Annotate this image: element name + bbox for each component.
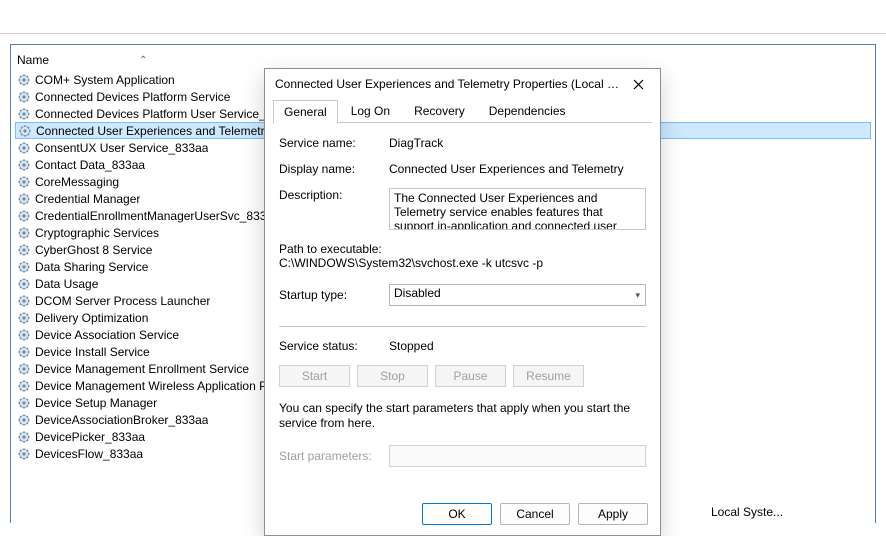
gear-icon xyxy=(17,396,31,410)
service-label: Credential Manager xyxy=(35,192,140,206)
dialog-title: Connected User Experiences and Telemetry… xyxy=(275,77,624,91)
service-label: Device Association Service xyxy=(35,328,179,342)
gear-icon xyxy=(17,345,31,359)
startup-type-select[interactable]: Disabled xyxy=(389,284,646,306)
service-label: CyberGhost 8 Service xyxy=(35,243,152,257)
value-service-status: Stopped xyxy=(389,339,646,353)
service-label: Cryptographic Services xyxy=(35,226,159,240)
toolbar-placeholder xyxy=(0,0,886,34)
tab-dependencies[interactable]: Dependencies xyxy=(478,99,577,123)
column-header-name[interactable]: Name xyxy=(17,49,49,71)
service-label: Device Management Wireless Application P… xyxy=(35,379,303,393)
stop-button[interactable]: Stop xyxy=(357,365,428,387)
gear-icon xyxy=(17,73,31,87)
gear-icon xyxy=(17,209,31,223)
gear-icon xyxy=(17,362,31,376)
gear-icon xyxy=(17,141,31,155)
gear-icon xyxy=(17,175,31,189)
service-label: Connected Devices Platform User Service_… xyxy=(35,107,299,121)
gear-icon xyxy=(17,328,31,342)
gear-icon xyxy=(17,90,31,104)
sort-indicator-icon: ⌃ xyxy=(139,55,147,66)
service-label: DevicesFlow_833aa xyxy=(35,447,143,461)
start-parameters-note: You can specify the start parameters tha… xyxy=(279,401,646,431)
label-description: Description: xyxy=(279,188,389,202)
gear-icon xyxy=(17,379,31,393)
cell-logon: Local Syste... xyxy=(671,505,836,523)
service-label: Device Setup Manager xyxy=(35,396,157,410)
value-display-name: Connected User Experiences and Telemetry xyxy=(389,162,646,176)
service-label: Device Install Service xyxy=(35,345,150,359)
gear-icon xyxy=(17,413,31,427)
label-path: Path to executable: xyxy=(279,242,646,256)
service-label: Data Sharing Service xyxy=(35,260,148,274)
description-box[interactable]: The Connected User Experiences and Telem… xyxy=(389,188,646,230)
tab-general[interactable]: General xyxy=(273,100,338,124)
service-label: COM+ System Application xyxy=(35,73,175,87)
value-service-name: DiagTrack xyxy=(389,136,646,150)
tab-recovery[interactable]: Recovery xyxy=(403,99,476,123)
gear-icon xyxy=(17,260,31,274)
value-path: C:\WINDOWS\System32\svchost.exe -k utcsv… xyxy=(279,256,646,270)
service-label: Device Management Enrollment Service xyxy=(35,362,249,376)
service-label: Connected Devices Platform Service xyxy=(35,90,230,104)
service-label: Data Usage xyxy=(35,277,98,291)
label-start-parameters: Start parameters: xyxy=(279,449,389,463)
start-parameters-input xyxy=(389,445,646,467)
close-icon xyxy=(633,79,644,90)
service-label: CredentialEnrollmentManagerUserSvc_833aa xyxy=(35,209,280,223)
gear-icon xyxy=(17,243,31,257)
gear-icon xyxy=(18,124,32,138)
dialog-titlebar[interactable]: Connected User Experiences and Telemetry… xyxy=(265,69,660,99)
service-label: ConsentUX User Service_833aa xyxy=(35,141,208,155)
start-button[interactable]: Start xyxy=(279,365,350,387)
service-label: CoreMessaging xyxy=(35,175,119,189)
gear-icon xyxy=(17,107,31,121)
label-display-name: Display name: xyxy=(279,162,389,176)
cancel-button[interactable]: Cancel xyxy=(500,503,570,525)
tab-logon[interactable]: Log On xyxy=(340,99,401,123)
label-service-status: Service status: xyxy=(279,339,389,353)
gear-icon xyxy=(17,277,31,291)
gear-icon xyxy=(17,226,31,240)
gear-icon xyxy=(17,192,31,206)
apply-button[interactable]: Apply xyxy=(578,503,648,525)
gear-icon xyxy=(17,294,31,308)
service-label: DCOM Server Process Launcher xyxy=(35,294,210,308)
ok-button[interactable]: OK xyxy=(422,503,492,525)
gear-icon xyxy=(17,430,31,444)
service-label: DevicePicker_833aa xyxy=(35,430,145,444)
label-service-name: Service name: xyxy=(279,136,389,150)
service-label: Contact Data_833aa xyxy=(35,158,145,172)
gear-icon xyxy=(17,447,31,461)
service-properties-dialog: Connected User Experiences and Telemetry… xyxy=(264,68,661,536)
pause-button[interactable]: Pause xyxy=(435,365,506,387)
service-label: DeviceAssociationBroker_833aa xyxy=(35,413,208,427)
tab-strip: General Log On Recovery Dependencies xyxy=(265,99,660,123)
service-label: Connected User Experiences and Telemetry xyxy=(36,124,271,138)
gear-icon xyxy=(17,158,31,172)
label-startup-type: Startup type: xyxy=(279,288,389,302)
resume-button[interactable]: Resume xyxy=(513,365,584,387)
gear-icon xyxy=(17,311,31,325)
service-label: Delivery Optimization xyxy=(35,311,148,325)
close-button[interactable] xyxy=(624,72,652,96)
